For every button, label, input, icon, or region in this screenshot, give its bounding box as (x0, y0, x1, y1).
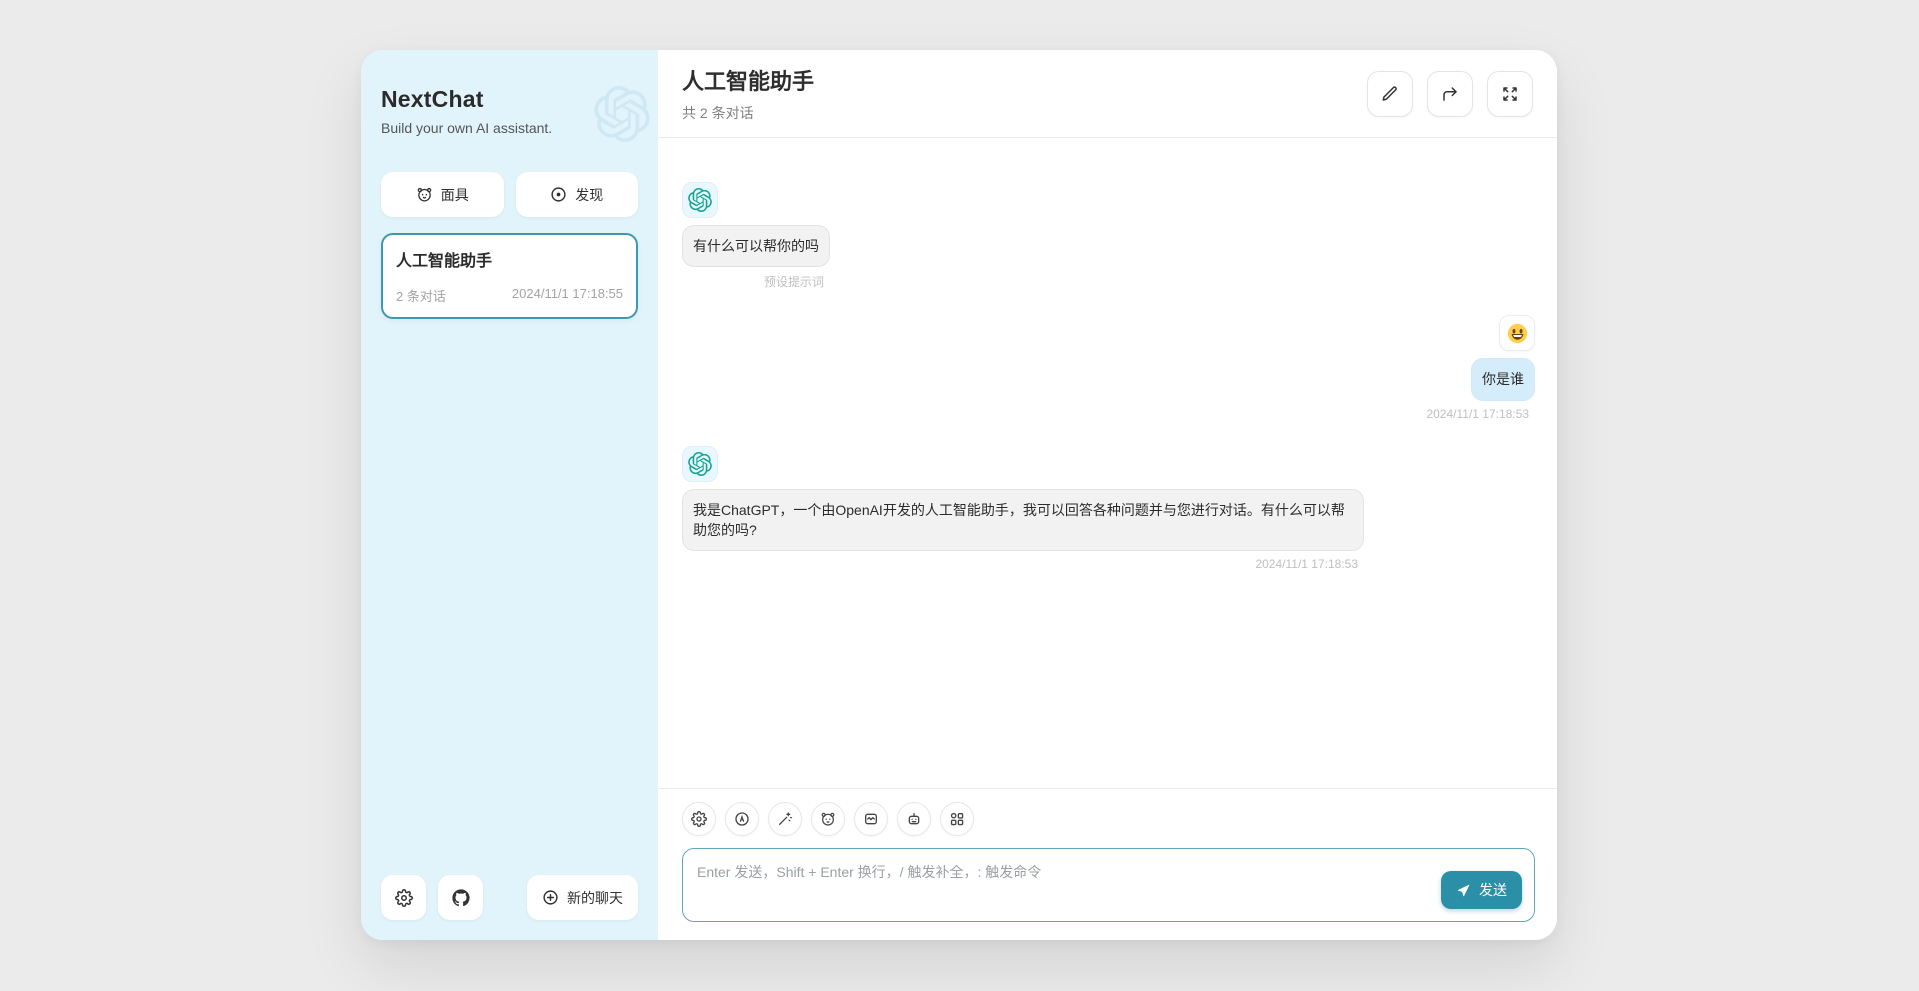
plus-circle-icon (542, 889, 559, 906)
chat-message-count: 共 2 条对话 (682, 103, 814, 123)
send-button-label: 发送 (1479, 880, 1507, 900)
sidebar-footer: 新的聊天 (381, 875, 638, 920)
message-bubble: 你是谁 (1471, 358, 1535, 400)
chat-item-meta: 2 条对话 2024/11/1 17:18:55 (396, 286, 623, 305)
discover-button-label: 发现 (575, 185, 603, 205)
chat-list-item-selected[interactable]: 人工智能助手 2 条对话 2024/11/1 17:18:55 (381, 233, 638, 319)
new-chat-button-label: 新的聊天 (567, 888, 623, 908)
model-select-button[interactable] (897, 802, 931, 836)
theme-mode-button[interactable] (725, 802, 759, 836)
smiley-emoji-icon (1506, 322, 1529, 345)
chat-header-text: 人工智能助手 共 2 条对话 (682, 64, 814, 123)
nextchat-app-window: NextChat Build your own AI assistant. 面具 (361, 50, 1557, 940)
mask-icon (820, 811, 836, 827)
message-assistant: 有什么可以帮你的吗 预设提示词 (682, 182, 1535, 290)
message-content: 有什么可以帮你的吗 预设提示词 (682, 218, 830, 290)
gear-icon (691, 811, 707, 827)
chat-header-actions (1367, 71, 1533, 117)
message-content: 你是谁 2024/11/1 17:18:53 (1426, 351, 1535, 420)
openai-logo-icon (688, 452, 712, 476)
theme-auto-icon (734, 811, 750, 827)
message-timestamp: 2024/11/1 17:18:53 (1426, 407, 1535, 421)
new-chat-button[interactable]: 新的聊天 (527, 875, 638, 920)
fullscreen-button[interactable] (1487, 71, 1533, 117)
sidebar-actions: 面具 发现 (381, 172, 638, 217)
chat-item-title: 人工智能助手 (396, 247, 623, 271)
chat-item-date: 2024/11/1 17:18:55 (512, 286, 623, 305)
desktop-background: NextChat Build your own AI assistant. 面具 (0, 0, 1919, 991)
chat-title: 人工智能助手 (682, 64, 814, 96)
gear-icon (395, 889, 413, 907)
plugins-button[interactable] (940, 802, 974, 836)
message-user: 你是谁 2024/11/1 17:18:53 (682, 315, 1535, 420)
masks-toolbar-button[interactable] (811, 802, 845, 836)
message-timestamp: 2024/11/1 17:18:53 (1255, 557, 1364, 571)
user-avatar (1499, 315, 1535, 351)
assistant-avatar (682, 182, 718, 218)
chat-item-count: 2 条对话 (396, 286, 446, 305)
github-button[interactable] (438, 875, 483, 920)
masks-button-label: 面具 (441, 185, 469, 205)
chat-header: 人工智能助手 共 2 条对话 (658, 50, 1557, 138)
message-bubble: 有什么可以帮你的吗 (682, 225, 830, 267)
discover-icon (550, 186, 567, 203)
share-button[interactable] (1427, 71, 1473, 117)
sidebar: NextChat Build your own AI assistant. 面具 (361, 50, 658, 940)
chat-input[interactable] (683, 849, 1534, 921)
masks-button[interactable]: 面具 (381, 172, 504, 217)
composer-toolbar (682, 802, 1535, 836)
paper-plane-icon (1456, 883, 1471, 898)
share-icon (1441, 85, 1459, 103)
message-bubble: 我是ChatGPT，一个由OpenAI开发的人工智能助手，我可以回答各种问题并与… (682, 489, 1364, 552)
composer: 发送 (658, 788, 1557, 940)
github-icon (452, 889, 470, 907)
openai-logo-icon (688, 188, 712, 212)
chat-settings-button[interactable] (682, 802, 716, 836)
rename-button[interactable] (1367, 71, 1413, 117)
clear-context-button[interactable] (854, 802, 888, 836)
settings-button[interactable] (381, 875, 426, 920)
robot-icon (906, 811, 922, 827)
openai-logo-watermark-icon (594, 86, 650, 142)
message-content: 我是ChatGPT，一个由OpenAI开发的人工智能助手，我可以回答各种问题并与… (682, 482, 1364, 572)
maximize-icon (1501, 85, 1519, 103)
send-button[interactable]: 发送 (1441, 871, 1522, 909)
wand-icon (777, 811, 793, 827)
message-list: 有什么可以帮你的吗 预设提示词 (658, 138, 1557, 788)
context-prompt-label: 预设提示词 (764, 273, 830, 290)
mask-icon (416, 186, 433, 203)
pencil-icon (1381, 85, 1399, 103)
chat-list: 人工智能助手 2 条对话 2024/11/1 17:18:55 (381, 233, 638, 875)
clear-context-icon (863, 811, 879, 827)
message-assistant: 我是ChatGPT，一个由OpenAI开发的人工智能助手，我可以回答各种问题并与… (682, 446, 1535, 572)
chat-panel: 人工智能助手 共 2 条对话 (658, 50, 1557, 940)
prompts-button[interactable] (768, 802, 802, 836)
discover-button[interactable]: 发现 (516, 172, 639, 217)
assistant-avatar (682, 446, 718, 482)
grid-icon (949, 811, 965, 827)
chat-input-container: 发送 (682, 848, 1535, 922)
